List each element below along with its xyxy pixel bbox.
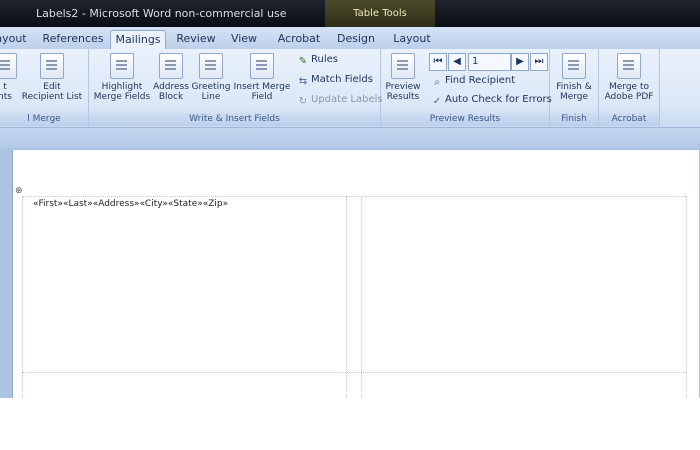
highlight-icon xyxy=(110,53,134,79)
edit-list-icon xyxy=(40,53,64,79)
table-gridline xyxy=(22,372,686,373)
group-preview-results: Preview Results ⏮ ◀ 1 ▶ ⏭ ⌕ Find Recipien… xyxy=(381,49,552,127)
rules-icon: ✎ xyxy=(298,56,308,67)
update-labels-button[interactable]: ↻ Update Labels xyxy=(297,94,383,108)
match-fields-label: Match Fields xyxy=(311,74,373,85)
table-move-handle-icon[interactable]: ⊕ xyxy=(15,186,23,196)
next-record-button[interactable]: ▶ xyxy=(511,53,529,71)
ribbon: t nts Edit Recipient List l Merge Highli… xyxy=(0,49,700,128)
horizontal-ruler xyxy=(0,128,700,148)
title-bar: Labels2 - Microsoft Word non-commercial … xyxy=(0,0,700,27)
insert-merge-field-label: Insert Merge Field xyxy=(233,82,291,102)
match-fields-icon: ⇆ xyxy=(298,76,308,87)
tab-design[interactable]: Design xyxy=(336,30,376,49)
merge-to-pdf-label: Merge to Adobe PDF xyxy=(604,82,654,102)
finish-merge-button[interactable]: Finish & Merge xyxy=(552,53,596,102)
document-page[interactable] xyxy=(12,150,699,398)
group-write-insert-fields: Highlight Merge Fields Address Block Gre… xyxy=(89,49,383,127)
highlight-merge-fields-button[interactable]: Highlight Merge Fields xyxy=(93,53,151,102)
insert-merge-field-button[interactable]: Insert Merge Field xyxy=(233,53,291,102)
record-number-input[interactable]: 1 xyxy=(468,53,511,71)
address-block-label: Address Block xyxy=(153,82,189,102)
table-gridline xyxy=(686,196,687,398)
rules-button[interactable]: ✎ Rules xyxy=(297,54,338,68)
rules-label: Rules xyxy=(311,54,338,65)
last-record-icon: ⏭ xyxy=(534,56,544,67)
highlight-merge-fields-label: Highlight Merge Fields xyxy=(93,82,151,102)
tab-review[interactable]: Review xyxy=(174,30,218,49)
table-gridline xyxy=(22,196,686,197)
group-label-finish: Finish xyxy=(550,113,598,126)
edit-recipient-list-label: Edit Recipient List xyxy=(21,82,83,102)
tab-layout[interactable]: Layout xyxy=(392,30,432,49)
finish-merge-label: Finish & Merge xyxy=(556,82,592,102)
match-fields-button[interactable]: ⇆ Match Fields xyxy=(297,74,373,88)
find-recipient-icon: ⌕ xyxy=(434,77,440,88)
tab-acrobat[interactable]: Acrobat xyxy=(276,30,322,49)
greeting-line-label: Greeting Line xyxy=(191,82,231,102)
start-mail-merge-label: t nts xyxy=(0,82,12,102)
finish-merge-icon xyxy=(562,53,586,79)
auto-check-errors-button[interactable]: ✓ Auto Check for Errors xyxy=(431,94,552,108)
preview-results-button[interactable]: Preview Results xyxy=(383,53,423,102)
merge-field-icon xyxy=(250,53,274,79)
document-icon xyxy=(0,53,17,79)
auto-check-icon: ✓ xyxy=(432,96,442,107)
tab-references[interactable]: References xyxy=(42,30,104,49)
group-label-preview-results: Preview Results xyxy=(381,113,549,126)
update-labels-label: Update Labels xyxy=(311,94,383,105)
group-acrobat: Merge to Adobe PDF Acrobat xyxy=(599,49,660,127)
merge-fields-text[interactable]: «First»«Last»«Address»«City»«State»«Zip» xyxy=(33,199,228,209)
previous-record-button[interactable]: ◀ xyxy=(448,53,466,71)
table-gridline xyxy=(361,196,362,398)
magnifier-icon xyxy=(391,53,415,79)
group-finish: Finish & Merge Finish xyxy=(550,49,599,127)
first-record-icon: ⏮ xyxy=(433,56,443,67)
find-recipient-label: Find Recipient xyxy=(445,75,516,86)
tab-view[interactable]: View xyxy=(228,30,260,49)
update-labels-icon: ↻ xyxy=(298,96,308,107)
edit-recipient-list-button[interactable]: Edit Recipient List xyxy=(20,53,84,102)
group-label-start-mail-merge: l Merge xyxy=(0,113,88,126)
greeting-line-button[interactable]: Greeting Line xyxy=(191,53,231,102)
tab-mailings[interactable]: Mailings xyxy=(110,30,166,50)
window-title: Labels2 - Microsoft Word non-commercial … xyxy=(36,7,287,20)
preview-results-label: Preview Results xyxy=(385,82,421,102)
start-mail-merge-button[interactable]: t nts xyxy=(0,53,18,102)
address-block-icon xyxy=(159,53,183,79)
group-label-acrobat: Acrobat xyxy=(599,113,659,126)
merge-to-pdf-button[interactable]: Merge to Adobe PDF xyxy=(602,53,656,102)
find-recipient-button[interactable]: ⌕ Find Recipient xyxy=(431,75,515,89)
auto-check-errors-label: Auto Check for Errors xyxy=(445,94,552,105)
greeting-line-icon xyxy=(199,53,223,79)
last-record-button[interactable]: ⏭ xyxy=(530,53,548,71)
table-gridline xyxy=(22,196,23,398)
previous-record-icon: ◀ xyxy=(453,56,461,67)
group-label-write-insert-fields: Write & Insert Fields xyxy=(89,113,380,126)
address-block-button[interactable]: Address Block xyxy=(153,53,189,102)
table-gridline xyxy=(346,196,347,398)
ribbon-tabs: ayout References Mailings Review View Ac… xyxy=(0,27,700,50)
group-start-mail-merge: t nts Edit Recipient List l Merge xyxy=(0,49,89,127)
next-record-icon: ▶ xyxy=(516,56,524,67)
first-record-button[interactable]: ⏮ xyxy=(429,53,447,71)
tab-page-layout[interactable]: ayout xyxy=(0,30,28,49)
context-tab-table-tools: Table Tools xyxy=(325,0,435,27)
adobe-pdf-icon xyxy=(617,53,641,79)
